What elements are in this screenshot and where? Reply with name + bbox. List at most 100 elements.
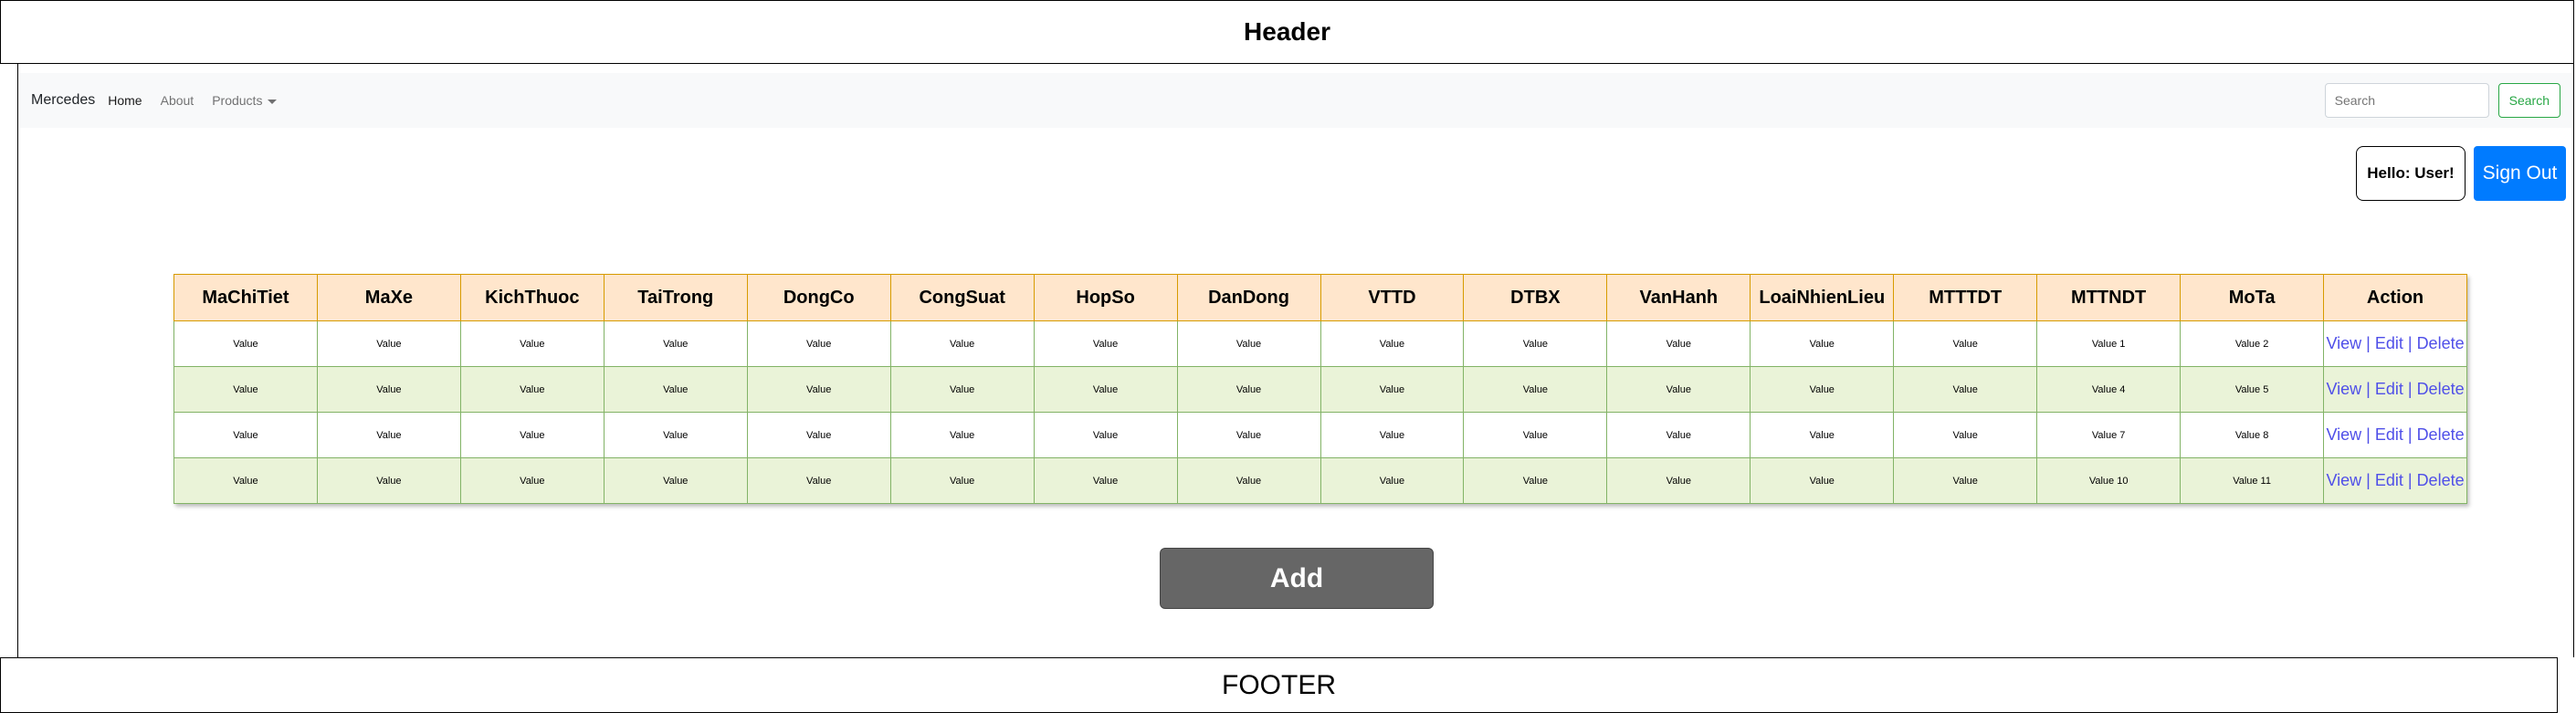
table-cell: Value — [889, 412, 1035, 458]
column-header: Action — [2323, 274, 2467, 321]
column-header: DTBX — [1463, 274, 1608, 321]
separator: | — [2403, 471, 2417, 489]
search-button[interactable]: Search — [2497, 83, 2560, 118]
table-cell: Value — [173, 412, 318, 458]
table-cell: Value — [459, 457, 605, 504]
table-cell: Value — [1033, 457, 1178, 504]
table-cell: Value — [889, 320, 1035, 367]
column-header: MTTNDT — [2036, 274, 2182, 321]
column-header: MTTTDT — [1893, 274, 2038, 321]
table-cell: Value — [1893, 412, 2038, 458]
table-cell: Value — [746, 366, 891, 413]
table-cell: Value — [1176, 457, 1321, 504]
table-cell: Value — [889, 457, 1035, 504]
table-cell: Value — [1176, 366, 1321, 413]
column-header: DanDong — [1176, 274, 1321, 321]
table-cell: Value — [1463, 457, 1608, 504]
delete-link[interactable]: Delete — [2417, 425, 2465, 444]
table-cell: Value — [1463, 412, 1608, 458]
view-link[interactable]: View — [2326, 425, 2361, 444]
table-cell: Value — [1606, 457, 1751, 504]
column-header: VanHanh — [1606, 274, 1751, 321]
separator: | — [2361, 425, 2375, 444]
table-cell: Value — [889, 366, 1035, 413]
table-cell: Value — [1893, 457, 2038, 504]
table-cell: Value — [603, 457, 748, 504]
data-table-container: MaChiTiet MaXe KichThuoc TaiTrong DongCo Cong… — [173, 274, 2467, 504]
footer-title: FOOTER — [1222, 669, 1336, 700]
nav-link-about[interactable]: About — [161, 93, 195, 108]
navbar-brand[interactable]: Mercedes — [31, 92, 95, 109]
nav-dropdown-products[interactable]: Products — [212, 93, 278, 108]
action-cell: View | Edit | Delete — [2323, 366, 2467, 413]
action-cell: View | Edit | Delete — [2323, 457, 2467, 504]
column-header: MaXe — [316, 274, 461, 321]
table-cell: Value — [173, 366, 318, 413]
column-header: VTTD — [1320, 274, 1465, 321]
column-header: MoTa — [2180, 274, 2325, 321]
table-cell: Value — [1606, 412, 1751, 458]
caret-down-icon — [268, 99, 278, 104]
table-cell: Value — [603, 412, 748, 458]
search-input[interactable] — [2324, 83, 2489, 118]
action-cell: View | Edit | Delete — [2323, 320, 2467, 367]
add-button[interactable]: Add — [1160, 548, 1434, 609]
table-cell: Value — [459, 366, 605, 413]
edit-link[interactable]: Edit — [2375, 380, 2403, 398]
table-cell: Value — [459, 320, 605, 367]
table-cell: Value 11 — [2180, 457, 2325, 504]
separator: | — [2361, 380, 2375, 398]
delete-link[interactable]: Delete — [2417, 471, 2465, 489]
table-cell: Value — [1320, 412, 1465, 458]
column-header: MaChiTiet — [173, 274, 318, 321]
table-cell: Value — [1750, 457, 1895, 504]
delete-link[interactable]: Delete — [2417, 334, 2465, 352]
view-link[interactable]: View — [2326, 334, 2361, 352]
view-link[interactable]: View — [2326, 471, 2361, 489]
edit-link[interactable]: Edit — [2375, 471, 2403, 489]
table-cell: Value 5 — [2180, 366, 2325, 413]
table-cell: Value — [1176, 412, 1321, 458]
data-table: MaChiTiet MaXe KichThuoc TaiTrong DongCo Cong… — [173, 274, 2467, 504]
table-cell: Value — [1320, 320, 1465, 367]
table-cell: Value — [603, 366, 748, 413]
table-row: Value Value Value Value Value Value Value Value… — [173, 366, 2467, 413]
header-title: Header — [1244, 17, 1330, 46]
nav-link-home[interactable]: Home — [108, 93, 142, 108]
separator: | — [2361, 334, 2375, 352]
table-cell: Value — [1606, 366, 1751, 413]
table-cell: Value — [1033, 320, 1178, 367]
table-cell: Value — [1320, 457, 1465, 504]
edit-link[interactable]: Edit — [2375, 425, 2403, 444]
user-greeting: Hello: User! — [2356, 146, 2466, 201]
table-cell: Value 7 — [2036, 412, 2182, 458]
separator: | — [2403, 425, 2417, 444]
column-header: LoaiNhienLieu — [1750, 274, 1895, 321]
edit-link[interactable]: Edit — [2375, 334, 2403, 352]
table-cell: Value 10 — [2036, 457, 2182, 504]
table-cell: Value — [173, 320, 318, 367]
delete-link[interactable]: Delete — [2417, 380, 2465, 398]
table-cell: Value — [1606, 320, 1751, 367]
table-cell: Value — [1750, 366, 1895, 413]
table-cell: Value — [1176, 320, 1321, 367]
page-header: Header — [0, 0, 2574, 64]
action-cell: View | Edit | Delete — [2323, 412, 2467, 458]
separator: | — [2403, 334, 2417, 352]
view-link[interactable]: View — [2326, 380, 2361, 398]
table-cell: Value — [1320, 366, 1465, 413]
page-footer: FOOTER — [0, 657, 2558, 713]
table-cell: Value — [1893, 320, 2038, 367]
table-cell: Value — [1033, 412, 1178, 458]
sign-out-button[interactable]: Sign Out — [2474, 146, 2566, 201]
table-cell: Value — [316, 320, 461, 367]
table-cell: Value — [1893, 366, 2038, 413]
table-row: Value Value Value Value Value Value Value Value… — [173, 320, 2467, 367]
table-cell: Value — [746, 457, 891, 504]
table-row: Value Value Value Value Value Value Value Value… — [173, 457, 2467, 504]
table-cell: Value — [1463, 366, 1608, 413]
table-cell: Value — [1750, 412, 1895, 458]
table-cell: Value — [1750, 320, 1895, 367]
separator: | — [2403, 380, 2417, 398]
column-header: TaiTrong — [603, 274, 748, 321]
